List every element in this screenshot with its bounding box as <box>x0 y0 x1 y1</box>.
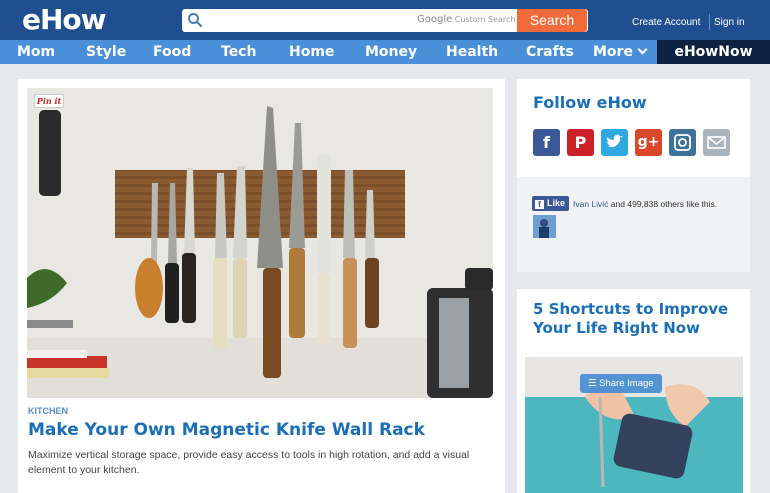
twitter-icon[interactable] <box>601 129 628 156</box>
nav-item-more[interactable]: More <box>593 40 648 64</box>
pinterest-icon[interactable]: P <box>567 129 594 156</box>
share-image-button[interactable]: ☰ Share Image <box>580 374 662 393</box>
sign-in-link[interactable]: Sign in <box>714 17 745 28</box>
nav-item-mom[interactable]: Mom <box>17 40 55 64</box>
facebook-like-button[interactable]: f Like <box>532 196 570 211</box>
instagram-icon[interactable] <box>669 129 696 156</box>
featured-article-card[interactable]: Pin it KITCHEN Make Your Own Magnetic Kn… <box>18 79 505 493</box>
email-icon[interactable] <box>703 129 730 156</box>
top-header: eHow Google Custom Search Search Create … <box>0 0 770 40</box>
google-custom-search-label: Google Custom Search <box>417 14 516 25</box>
nav-item-food[interactable]: Food <box>153 40 191 64</box>
article-category[interactable]: KITCHEN <box>28 406 68 416</box>
article-title[interactable]: Make Your Own Magnetic Knife Wall Rack <box>28 420 425 440</box>
shortcuts-card[interactable]: 5 Shortcuts to Improve Your Life Right N… <box>517 289 750 493</box>
nav-item-style[interactable]: Style <box>86 40 126 64</box>
google-plus-icon[interactable]: g+ <box>635 129 662 156</box>
main-nav: Mom Style Food Tech Home Money Health Cr… <box>0 40 770 64</box>
pinit-button[interactable]: Pin it <box>34 94 64 108</box>
wallet-photo[interactable]: ☰ Share Image <box>525 357 743 493</box>
create-account-link[interactable]: Create Account <box>632 17 700 28</box>
like-user-link[interactable]: Ivan Livić <box>573 199 608 209</box>
facebook-icon[interactable]: f <box>533 129 560 156</box>
shortcuts-title[interactable]: 5 Shortcuts to Improve Your Life Right N… <box>533 300 743 338</box>
search-icon <box>188 13 203 28</box>
nav-more-label: More <box>593 44 633 60</box>
nav-item-crafts[interactable]: Crafts <box>526 40 574 64</box>
facebook-like-count: Ivan Livić and 499,838 others like this. <box>573 199 718 209</box>
header-divider <box>709 14 710 30</box>
nav-item-money[interactable]: Money <box>365 40 417 64</box>
chevron-down-icon <box>637 44 648 55</box>
search-button[interactable]: Search <box>517 9 587 32</box>
follow-title: Follow eHow <box>533 93 647 112</box>
nav-item-ehownow[interactable]: eHowNow <box>657 40 770 64</box>
nav-item-health[interactable]: Health <box>446 40 498 64</box>
stack-icon: ☰ <box>588 378 600 389</box>
facebook-small-icon: f <box>535 200 544 209</box>
nav-item-home[interactable]: Home <box>289 40 334 64</box>
knife-rack-illustration <box>27 88 493 398</box>
avatar[interactable] <box>533 215 556 238</box>
ehow-logo[interactable]: eHow <box>22 4 107 36</box>
follow-ehow-card: Follow eHow f P g+ f Like Ivan Livić and … <box>517 79 750 272</box>
nav-item-tech[interactable]: Tech <box>221 40 256 64</box>
article-description: Maximize vertical storage space, provide… <box>28 449 470 476</box>
knife-rack-photo[interactable]: Pin it <box>27 88 493 398</box>
